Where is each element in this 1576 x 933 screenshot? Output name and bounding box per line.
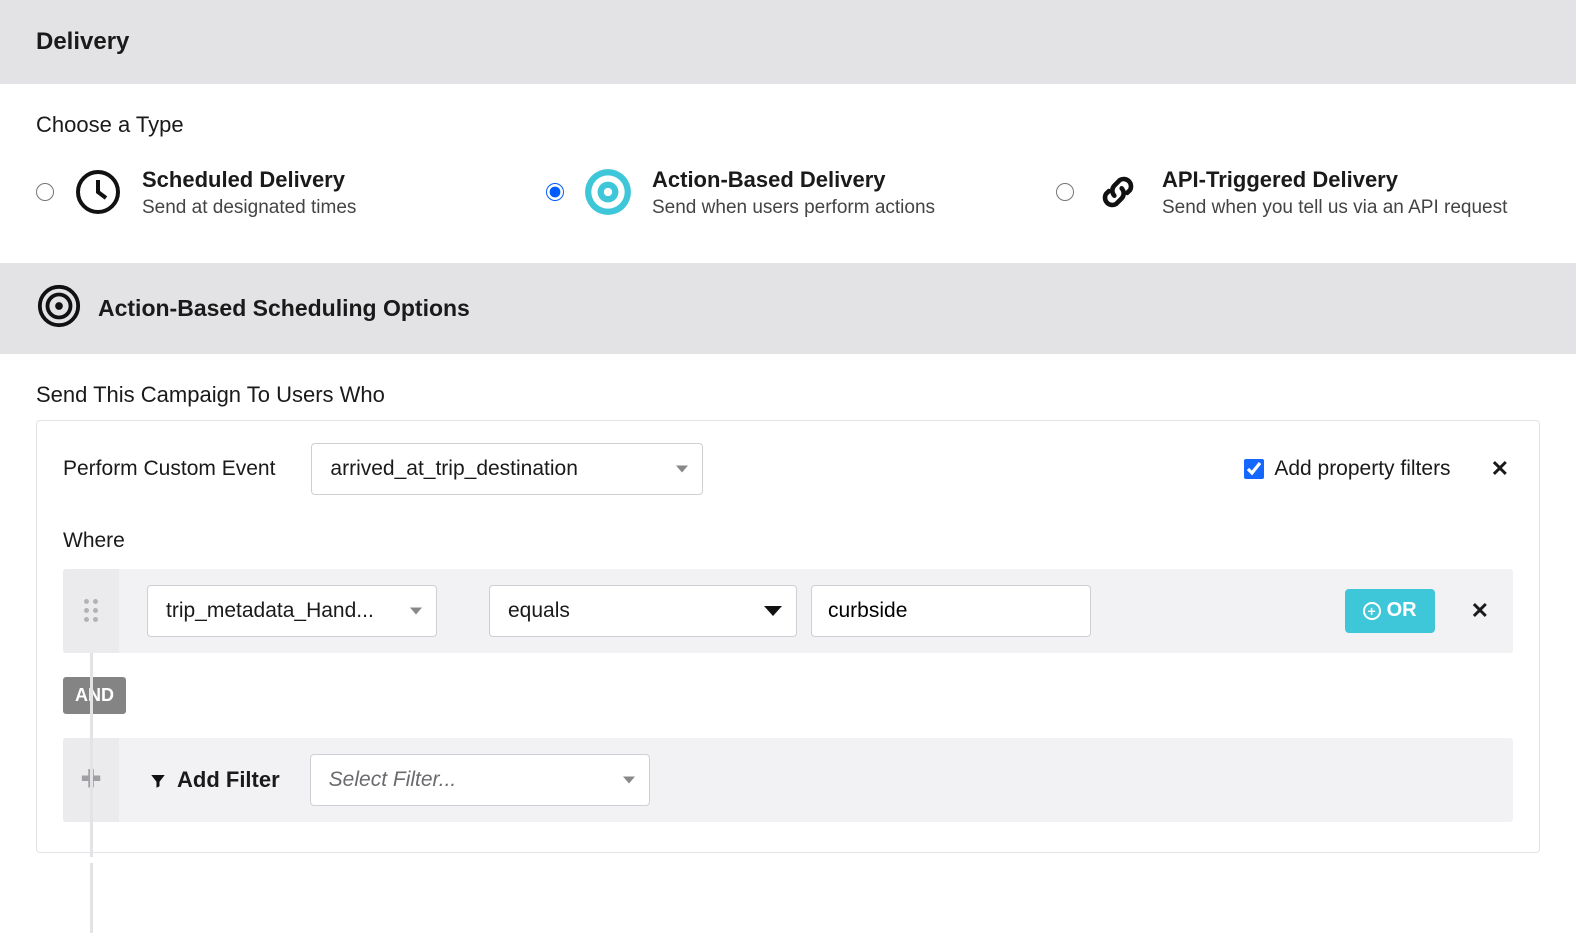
scheduled-delivery-radio[interactable] [36, 183, 54, 201]
connector-line [90, 863, 93, 933]
select-filter-dropdown[interactable]: Select Filter... [310, 754, 650, 806]
where-label: Where [63, 529, 1513, 553]
action-scheduling-header: Action-Based Scheduling Options [0, 263, 1576, 354]
target-icon [582, 166, 634, 218]
link-icon [1092, 166, 1144, 218]
filter-row: trip_metadata_Hand... equals + OR ✕ [63, 569, 1513, 653]
add-or-button[interactable]: + OR [1345, 589, 1435, 633]
property-value: trip_metadata_Hand... [166, 599, 374, 623]
action-scheduling-body: Send This Campaign To Users Who Perform … [0, 354, 1576, 881]
action-delivery-option[interactable]: Action-Based Delivery Send when users pe… [546, 166, 1016, 219]
scheduled-delivery-option[interactable]: Scheduled Delivery Send at designated ti… [36, 166, 506, 219]
add-filter-label-wrap: Add Filter [149, 767, 280, 793]
funnel-icon [149, 771, 167, 789]
add-property-filters-label: Add property filters [1274, 457, 1450, 481]
delivery-header: Delivery [0, 0, 1576, 84]
add-filter-row: ✚ Add Filter Select Filter... [63, 738, 1513, 822]
add-property-filters-checkbox[interactable]: Add property filters [1244, 457, 1450, 481]
rule-box: Perform Custom Event arrived_at_trip_des… [36, 420, 1540, 853]
operator-select[interactable]: equals [489, 585, 797, 637]
remove-rule-button[interactable]: ✕ [1487, 452, 1513, 486]
target-icon [36, 283, 82, 334]
property-select[interactable]: trip_metadata_Hand... [147, 585, 437, 637]
chevron-down-icon [676, 465, 688, 472]
api-delivery-radio[interactable] [1056, 183, 1074, 201]
api-delivery-title: API-Triggered Delivery [1162, 166, 1507, 195]
send-to-label: Send This Campaign To Users Who [36, 382, 1540, 408]
filter-value-input[interactable] [811, 585, 1091, 637]
scheduled-delivery-title: Scheduled Delivery [142, 166, 356, 195]
action-delivery-radio[interactable] [546, 183, 564, 201]
choose-type-section: Choose a Type Scheduled Delivery Send at… [0, 84, 1576, 263]
chevron-down-icon [764, 606, 782, 616]
and-chip: AND [63, 677, 126, 714]
drag-handle[interactable] [63, 569, 119, 653]
chevron-down-icon [623, 776, 635, 783]
custom-event-select[interactable]: arrived_at_trip_destination [311, 443, 703, 495]
connector-line [90, 653, 93, 857]
clock-icon [72, 166, 124, 218]
api-delivery-option[interactable]: API-Triggered Delivery Send when you tel… [1056, 166, 1540, 219]
add-property-filters-input[interactable] [1244, 459, 1264, 479]
action-delivery-title: Action-Based Delivery [652, 166, 935, 195]
delivery-type-radio-row: Scheduled Delivery Send at designated ti… [36, 166, 1540, 219]
action-delivery-sub: Send when users perform actions [652, 197, 935, 219]
page-title: Delivery [36, 28, 1540, 56]
scheduled-delivery-sub: Send at designated times [142, 197, 356, 219]
perform-label: Perform Custom Event [63, 457, 275, 481]
or-label: OR [1387, 599, 1417, 622]
chevron-down-icon [410, 607, 422, 614]
select-filter-placeholder: Select Filter... [329, 768, 457, 792]
operator-value: equals [508, 599, 570, 623]
remove-filter-button[interactable]: ✕ [1467, 594, 1493, 628]
plus-circle-icon: + [1363, 602, 1381, 620]
grip-icon [84, 599, 98, 622]
add-filter-label: Add Filter [177, 767, 280, 793]
custom-event-value: arrived_at_trip_destination [330, 457, 578, 481]
api-delivery-sub: Send when you tell us via an API request [1162, 197, 1507, 219]
rule-top-row: Perform Custom Event arrived_at_trip_des… [63, 443, 1513, 495]
action-scheduling-title: Action-Based Scheduling Options [98, 295, 470, 322]
choose-type-label: Choose a Type [36, 112, 1540, 138]
